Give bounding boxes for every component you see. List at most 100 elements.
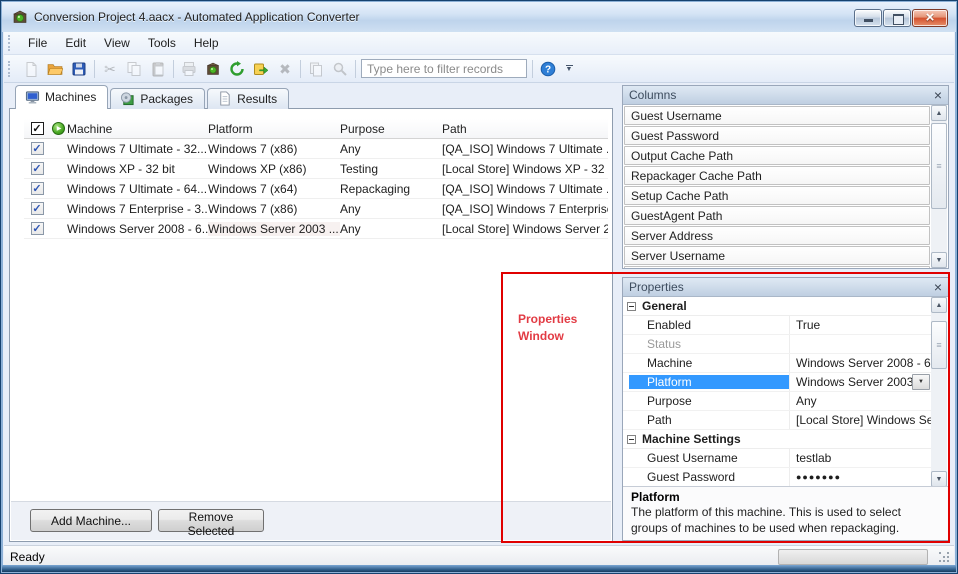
scroll-up-icon[interactable]: ▲ xyxy=(931,297,947,313)
property-value[interactable]: True xyxy=(789,316,931,334)
property-row-platform[interactable]: Platform Windows Server 2003 R ▼ xyxy=(623,373,931,392)
menu-help[interactable]: Help xyxy=(185,33,228,53)
paste-button[interactable] xyxy=(147,58,170,80)
table-row-selected[interactable]: ✓ Windows Server 2008 - 6... Windows Ser… xyxy=(24,219,608,239)
property-value[interactable]: testlab xyxy=(789,449,931,467)
row-checkbox[interactable]: ✓ xyxy=(31,182,44,195)
column-chooser-item[interactable]: Guest Password xyxy=(624,126,930,145)
refresh-button[interactable] xyxy=(226,58,249,80)
property-group-general[interactable]: General xyxy=(623,297,931,316)
scroll-down-icon[interactable]: ▼ xyxy=(931,471,947,487)
property-label: Guest Password xyxy=(623,470,789,484)
scroll-down-icon[interactable]: ▼ xyxy=(931,252,947,268)
close-icon[interactable]: × xyxy=(934,88,942,102)
properties-panel-title: Properties xyxy=(629,280,684,294)
open-project-button[interactable] xyxy=(44,58,67,80)
scroll-up-icon[interactable]: ▲ xyxy=(931,105,947,121)
maximize-button[interactable] xyxy=(883,9,911,27)
menu-view[interactable]: View xyxy=(95,33,139,53)
columns-scrollbar[interactable]: ▲ ≡ ▼ xyxy=(931,105,947,268)
menu-file[interactable]: File xyxy=(19,33,56,53)
property-value[interactable]: [Local Store] Windows Ser xyxy=(789,411,931,429)
report-button[interactable] xyxy=(305,58,328,80)
property-description: Platform The platform of this machine. T… xyxy=(623,486,948,540)
filter-input[interactable] xyxy=(361,59,527,78)
column-header-path[interactable]: Path xyxy=(442,122,608,136)
properties-panel-header[interactable]: Properties × xyxy=(623,278,948,297)
save-project-button[interactable] xyxy=(68,58,91,80)
column-header-purpose[interactable]: Purpose xyxy=(340,122,442,136)
toolbar-separator xyxy=(355,60,356,78)
dropdown-button[interactable]: ▼ xyxy=(912,374,930,390)
column-header-platform[interactable]: Platform xyxy=(208,122,340,136)
tab-machines[interactable]: Machines xyxy=(15,85,108,109)
platform-value-text: Windows Server 2003 R xyxy=(796,375,925,389)
properties-scrollbar[interactable]: ▲ ≡ ▼ xyxy=(931,297,947,487)
cell-machine: Windows 7 Ultimate - 32... xyxy=(67,142,208,156)
menu-grip[interactable] xyxy=(8,35,13,51)
minimize-button[interactable] xyxy=(854,9,882,27)
column-chooser-item[interactable]: Output Cache Path xyxy=(624,146,930,165)
table-row[interactable]: ✓ Windows XP - 32 bit Windows XP (x86) T… xyxy=(24,159,608,179)
menu-edit[interactable]: Edit xyxy=(56,33,95,53)
column-chooser-item[interactable]: GuestAgent Path xyxy=(624,206,930,225)
cell-platform-selected: Windows Server 2003 ... xyxy=(208,222,340,236)
property-group-machine-settings[interactable]: Machine Settings xyxy=(623,430,931,449)
property-value[interactable]: Windows Server 2003 R ▼ xyxy=(789,373,931,391)
row-checkbox[interactable]: ✓ xyxy=(31,222,44,235)
column-chooser-item[interactable]: Server Address xyxy=(624,226,930,245)
menu-tools[interactable]: Tools xyxy=(139,33,185,53)
scrollbar-thumb[interactable]: ≡ xyxy=(931,321,947,369)
table-row[interactable]: ✓ Windows 7 Enterprise - 3... Windows 7 … xyxy=(24,199,608,219)
collapse-icon[interactable] xyxy=(627,302,636,311)
remove-selected-button[interactable]: Remove Selected xyxy=(158,509,264,532)
help-button[interactable]: ? xyxy=(537,58,560,80)
print-button[interactable] xyxy=(178,58,201,80)
tab-packages[interactable]: Packages xyxy=(110,88,205,109)
column-chooser-item[interactable]: Server Username xyxy=(624,246,930,265)
cell-path: [Local Store] Windows Server 2... xyxy=(442,222,608,236)
table-row[interactable]: ✓ Windows 7 Ultimate - 32... Windows 7 (… xyxy=(24,139,608,159)
column-chooser-item[interactable]: Server Password xyxy=(624,266,930,268)
property-value[interactable]: Windows Server 2008 - 64 xyxy=(789,354,931,372)
property-value-password[interactable]: ●●●●●●● xyxy=(789,468,931,486)
property-value[interactable]: Any xyxy=(789,392,931,410)
title-bar[interactable]: Conversion Project 4.aacx - Automated Ap… xyxy=(2,2,956,32)
property-row-guest-username[interactable]: Guest Username testlab xyxy=(623,449,931,468)
toolbar-grip[interactable] xyxy=(8,61,13,77)
property-row-purpose[interactable]: Purpose Any xyxy=(623,392,931,411)
paste-icon xyxy=(150,61,166,77)
table-row[interactable]: ✓ Windows 7 Ultimate - 64... Windows 7 (… xyxy=(24,179,608,199)
toolbar-overflow-button[interactable]: ▼ xyxy=(562,59,576,79)
row-checkbox[interactable]: ✓ xyxy=(31,142,44,155)
property-row-enabled[interactable]: Enabled True xyxy=(623,316,931,335)
new-project-button[interactable] xyxy=(20,58,43,80)
add-machine-button[interactable]: Add Machine... xyxy=(30,509,152,532)
window-bottom-frame xyxy=(2,565,956,572)
status-progress-panel xyxy=(778,549,928,565)
stop-button[interactable]: ✖ xyxy=(274,58,297,80)
column-header-machine[interactable]: Machine xyxy=(67,122,208,136)
scrollbar-thumb[interactable]: ≡ xyxy=(931,123,947,209)
column-chooser-item[interactable]: Setup Cache Path xyxy=(624,186,930,205)
property-row-machine[interactable]: Machine Windows Server 2008 - 64 xyxy=(623,354,931,373)
column-chooser-item[interactable]: Repackager Cache Path xyxy=(624,166,930,185)
row-checkbox[interactable]: ✓ xyxy=(31,162,44,175)
resize-grip[interactable] xyxy=(939,552,950,563)
close-button[interactable] xyxy=(912,9,948,27)
close-icon[interactable]: × xyxy=(934,280,942,294)
columns-panel-header[interactable]: Columns × xyxy=(623,86,948,105)
package-button[interactable] xyxy=(202,58,225,80)
tab-results[interactable]: Results xyxy=(207,88,289,109)
run-conversion-button[interactable] xyxy=(250,58,273,80)
collapse-icon[interactable] xyxy=(627,435,636,444)
cut-button[interactable]: ✂ xyxy=(99,58,122,80)
copy-button[interactable] xyxy=(123,58,146,80)
machine-grid-header[interactable]: ✓ ▶ Machine Platform Purpose Path xyxy=(24,119,608,139)
select-all-checkbox[interactable]: ✓ xyxy=(31,122,44,135)
column-chooser-item[interactable]: Guest Username xyxy=(624,106,930,125)
preview-button[interactable] xyxy=(329,58,352,80)
row-checkbox[interactable]: ✓ xyxy=(31,202,44,215)
property-row-path[interactable]: Path [Local Store] Windows Ser xyxy=(623,411,931,430)
property-row-guest-password[interactable]: Guest Password ●●●●●●● xyxy=(623,468,931,487)
